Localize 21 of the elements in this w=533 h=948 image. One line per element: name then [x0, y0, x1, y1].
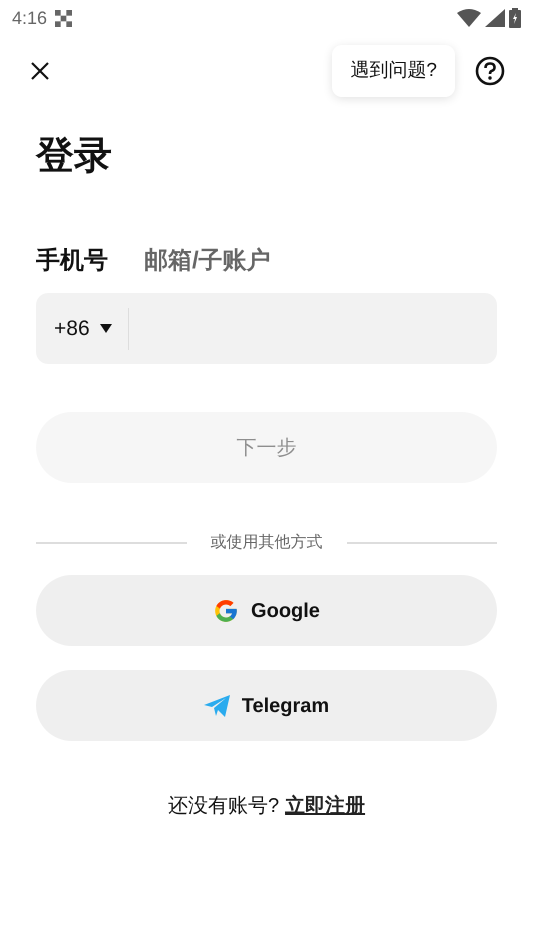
google-icon: [213, 598, 240, 624]
phone-field[interactable]: +86: [36, 293, 497, 364]
status-time: 4:16: [12, 6, 48, 30]
signal-icon: [485, 9, 505, 27]
register-link[interactable]: 立即注册: [285, 795, 366, 817]
divider-text: 或使用其他方式: [210, 532, 322, 553]
notification-icon: [55, 10, 72, 26]
login-tab[interactable]: 手机号: [36, 243, 108, 279]
battery-icon: [509, 8, 521, 28]
country-code-dropdown[interactable]: +86: [54, 312, 112, 344]
register-prompt: 还没有账号?: [168, 795, 280, 817]
help-icon[interactable]: [475, 56, 505, 86]
paper-plane-icon: [204, 694, 230, 716]
wifi-icon: [457, 9, 481, 27]
login-tab[interactable]: 邮箱/子账户: [144, 243, 271, 279]
page-title: 登录: [36, 134, 113, 179]
social-login-button[interactable]: Telegram: [36, 670, 497, 741]
help-tooltip: 遇到问题?: [332, 44, 455, 98]
caret-icon: [100, 324, 112, 333]
social-login-button[interactable]: Google: [36, 575, 497, 646]
close-icon[interactable]: [30, 61, 50, 81]
